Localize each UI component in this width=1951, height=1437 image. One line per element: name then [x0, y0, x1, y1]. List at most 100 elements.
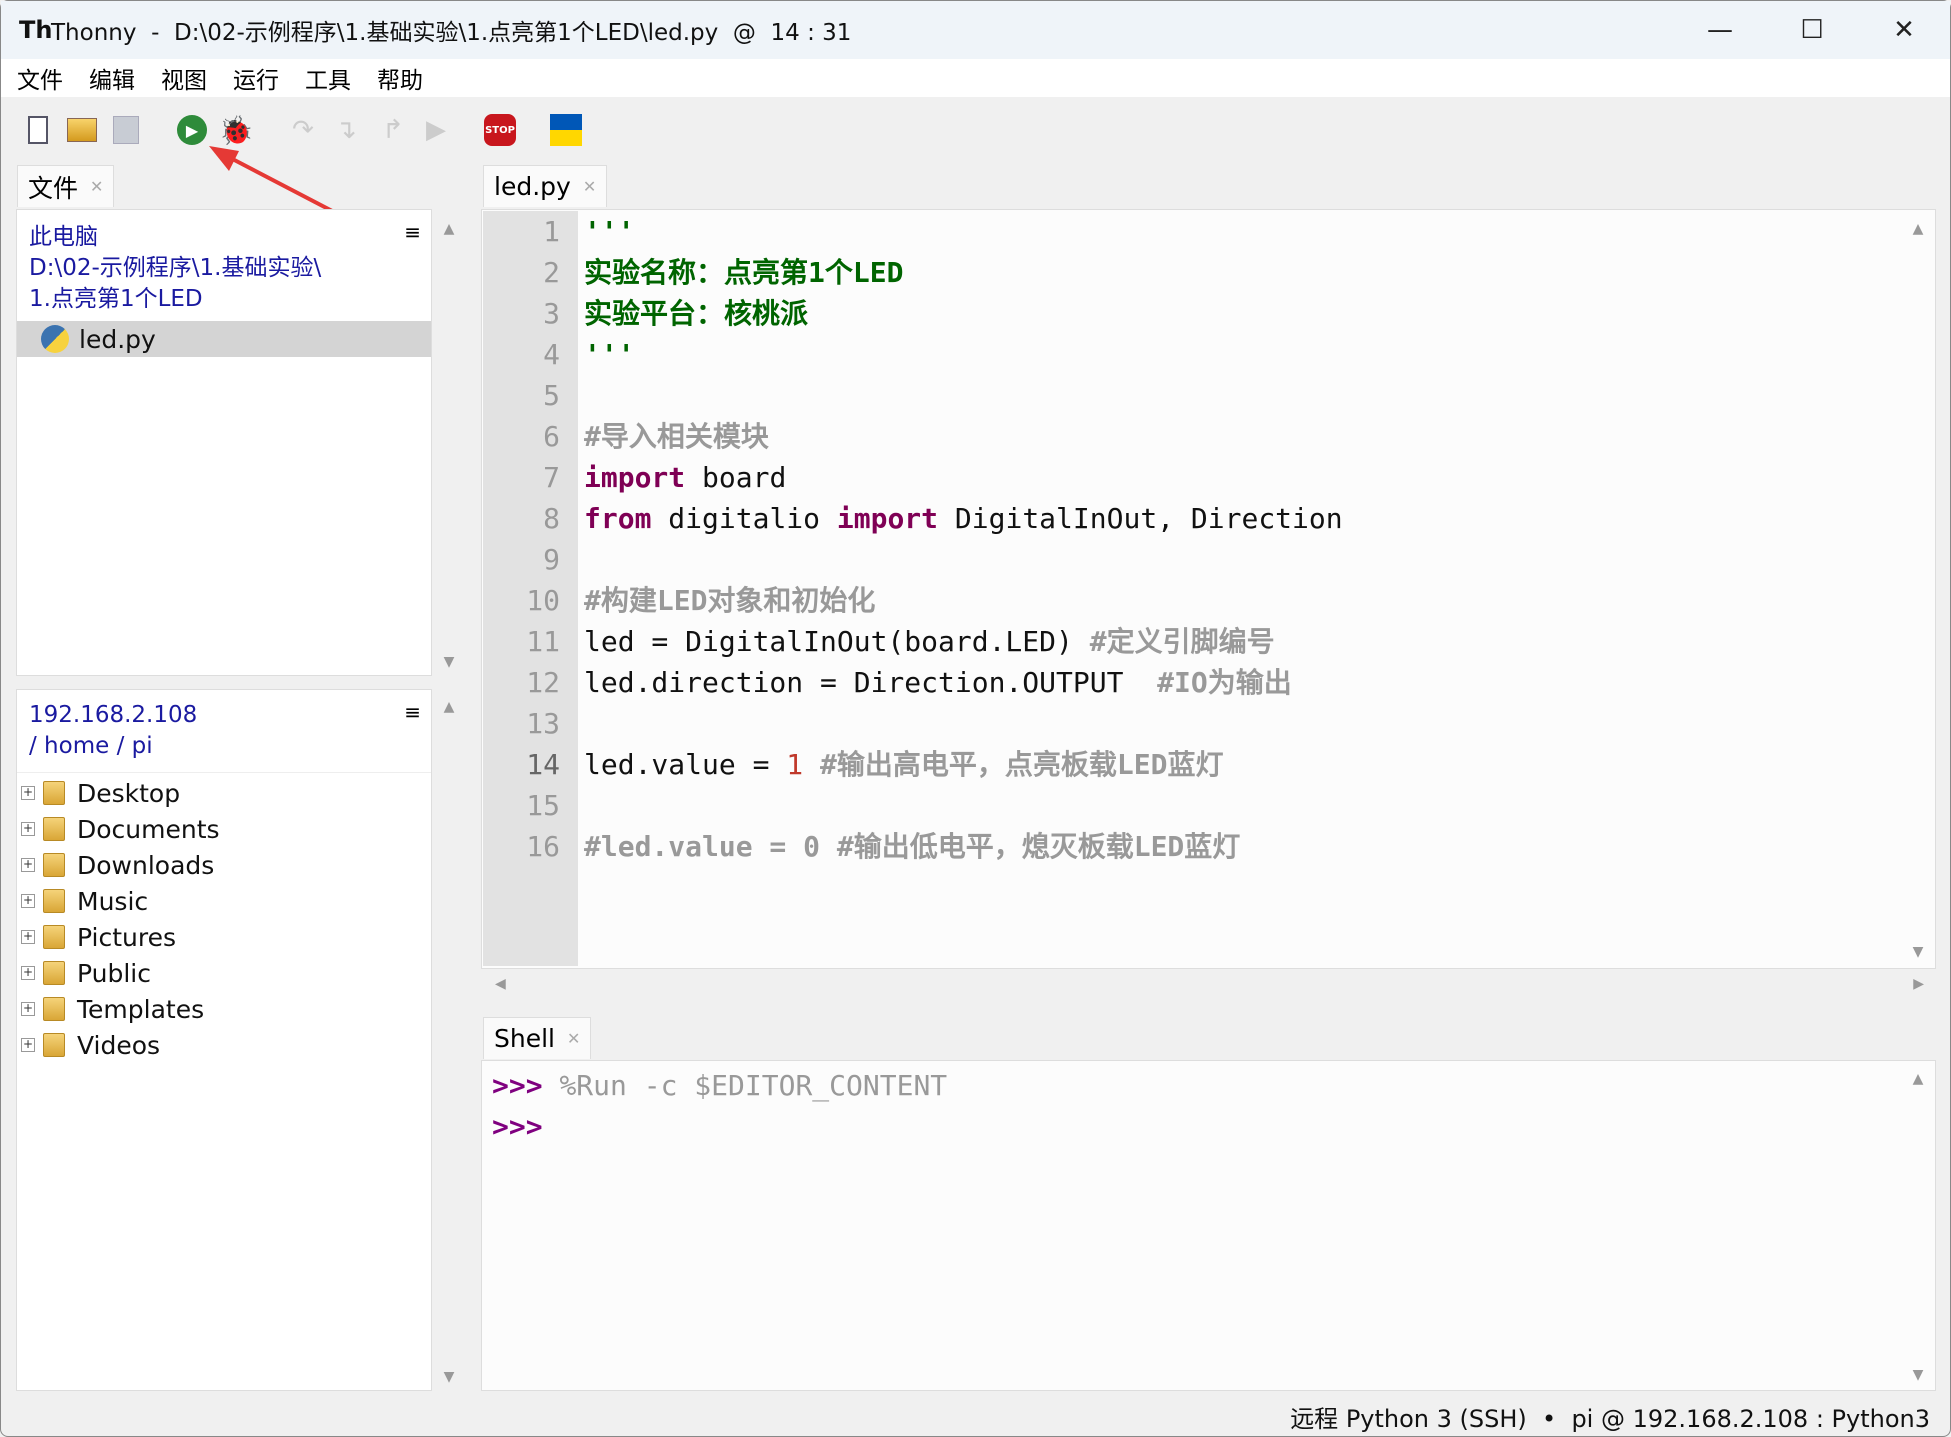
code-line[interactable]: #导入相关模块 — [584, 416, 1343, 457]
line-number: 5 — [543, 379, 560, 412]
code-line[interactable]: 实验平台：核桃派 — [584, 293, 1343, 334]
folder-name: Pictures — [77, 922, 176, 952]
code-token: 实验平台：核桃派 — [584, 297, 809, 330]
code-line[interactable]: #构建LED对象和初始化 — [584, 580, 1343, 621]
code-token: #IO为输出 — [1157, 666, 1292, 699]
python-file-icon — [41, 325, 69, 353]
remote-host[interactable]: 192.168.2.108 — [29, 700, 419, 731]
code-line[interactable]: ''' — [584, 334, 1343, 375]
expand-icon[interactable]: + — [21, 894, 35, 908]
menu-view[interactable]: 视图 — [161, 61, 207, 95]
shell-vscrollbar[interactable]: ▲ ▼ — [1903, 1063, 1933, 1389]
remote-files-scrollbar[interactable]: ▲ ▼ — [434, 689, 464, 1391]
shell-line: >>> %Run -c $EDITOR_CONTENT — [492, 1065, 1925, 1106]
path-computer[interactable]: 此电脑 — [29, 222, 419, 253]
code-line[interactable]: led = DigitalInOut(board.LED) #定义引脚编号 — [584, 621, 1343, 662]
local-files-scrollbar[interactable]: ▲ ▼ — [434, 209, 464, 676]
expand-icon[interactable]: + — [21, 966, 35, 980]
code-token: DigitalInOut, Direction — [938, 502, 1343, 535]
line-number: 14 — [526, 748, 560, 781]
code-line[interactable]: from digitalio import DigitalInOut, Dire… — [584, 498, 1343, 539]
folder-item[interactable]: + Music — [17, 883, 431, 919]
menu-icon[interactable]: ≡ — [404, 220, 421, 244]
expand-icon[interactable]: + — [21, 1002, 35, 1016]
resume-icon: ▶ — [426, 115, 446, 145]
line-number: 11 — [526, 625, 560, 658]
line-number: 1 — [543, 215, 560, 248]
file-name: led.py — [79, 324, 156, 354]
close-tab-icon[interactable]: ✕ — [90, 177, 103, 196]
folder-name: Templates — [77, 994, 205, 1024]
code-line[interactable]: 实验名称：点亮第1个LED — [584, 252, 1343, 293]
folder-name: Documents — [77, 814, 220, 844]
line-number: 6 — [543, 420, 560, 453]
folder-icon — [43, 817, 65, 841]
code-line[interactable] — [584, 785, 1343, 826]
folder-item[interactable]: + Templates — [17, 991, 431, 1027]
shell-console[interactable]: >>> %Run -c $EDITOR_CONTENT >>> — [481, 1060, 1936, 1391]
line-number: 9 — [543, 543, 560, 576]
shell-line[interactable]: >>> — [492, 1106, 1925, 1147]
expand-icon[interactable]: + — [21, 858, 35, 872]
folder-item[interactable]: + Desktop — [17, 775, 431, 811]
code-line[interactable]: led.value = 1 #输出高电平，点亮板载LED蓝灯 — [584, 744, 1343, 785]
expand-icon[interactable]: + — [21, 930, 35, 944]
code-line[interactable] — [584, 539, 1343, 580]
close-tab-icon[interactable]: ✕ — [567, 1029, 580, 1048]
path-subfolder[interactable]: 1.点亮第1个LED — [29, 284, 419, 315]
editor-hscrollbar[interactable]: ◀ ▶ — [483, 969, 1936, 1001]
menu-help[interactable]: 帮助 — [377, 61, 423, 95]
menu-icon[interactable]: ≡ — [404, 700, 421, 724]
path-folder[interactable]: D:\02-示例程序\1.基础实验\ — [29, 253, 419, 284]
file-item[interactable]: led.py — [17, 321, 431, 357]
line-number: 10 — [526, 584, 560, 617]
code-content[interactable]: ''' 实验名称：点亮第1个LED 实验平台：核桃派 ''' #导入相关模块 import… — [584, 211, 1343, 867]
menu-bar: 文件 编辑 视图 运行 工具 帮助 — [1, 59, 1950, 97]
close-tab-icon[interactable]: ✕ — [583, 177, 596, 196]
editor-vscrollbar[interactable]: ▲ ▼ — [1903, 211, 1933, 966]
status-bar-interpreter[interactable]: 远程 Python 3 (SSH) • pi @ 192.168.2.108 :… — [1290, 1399, 1930, 1434]
tab-editor-led-py[interactable]: led.py ✕ — [483, 165, 608, 207]
code-line[interactable]: import board — [584, 457, 1343, 498]
line-number: 15 — [526, 789, 560, 822]
expand-icon[interactable]: + — [21, 1038, 35, 1052]
code-line[interactable] — [584, 703, 1343, 744]
tab-shell[interactable]: Shell ✕ — [483, 1017, 592, 1059]
new-file-icon[interactable] — [21, 113, 55, 147]
tab-files[interactable]: 文件 ✕ — [17, 165, 115, 207]
folder-icon — [43, 961, 65, 985]
line-number: 4 — [543, 338, 560, 371]
expand-icon[interactable]: + — [21, 822, 35, 836]
code-line[interactable]: ''' — [584, 211, 1343, 252]
menu-edit[interactable]: 编辑 — [89, 61, 135, 95]
expand-icon[interactable]: + — [21, 786, 35, 800]
line-number: 13 — [526, 707, 560, 740]
close-button[interactable]: ✕ — [1858, 1, 1950, 59]
code-line[interactable]: #led.value = 0 #输出低电平，熄灭板载LED蓝灯 — [584, 826, 1343, 867]
code-token: ''' — [584, 338, 635, 371]
folder-name: Videos — [77, 1030, 161, 1060]
folder-item[interactable]: + Documents — [17, 811, 431, 847]
line-number: 7 — [543, 461, 560, 494]
stop-icon[interactable]: STOP — [483, 113, 517, 147]
ukraine-flag-icon[interactable] — [549, 113, 583, 147]
maximize-button[interactable]: ☐ — [1766, 1, 1858, 59]
menu-tools[interactable]: 工具 — [305, 61, 351, 95]
line-number: 3 — [543, 297, 560, 330]
local-files-panel: 此电脑 D:\02-示例程序\1.基础实验\ 1.点亮第1个LED ≡ led.… — [16, 209, 432, 676]
code-line[interactable]: led.direction = Direction.OUTPUT #IO为输出 — [584, 662, 1343, 703]
folder-item[interactable]: + Pictures — [17, 919, 431, 955]
remote-path[interactable]: / home / pi — [29, 731, 419, 762]
folder-name: Music — [77, 886, 149, 916]
tab-label: led.py — [494, 172, 571, 201]
menu-file[interactable]: 文件 — [17, 61, 63, 95]
minimize-button[interactable]: — — [1674, 1, 1766, 59]
open-file-icon[interactable] — [65, 113, 99, 147]
save-icon[interactable] — [109, 113, 143, 147]
menu-run[interactable]: 运行 — [233, 61, 279, 95]
code-token: #led.value = 0 #输出低电平，熄灭板载LED蓝灯 — [584, 830, 1241, 863]
folder-item[interactable]: + Public — [17, 955, 431, 991]
folder-item[interactable]: + Videos — [17, 1027, 431, 1063]
folder-item[interactable]: + Downloads — [17, 847, 431, 883]
code-line[interactable] — [584, 375, 1343, 416]
